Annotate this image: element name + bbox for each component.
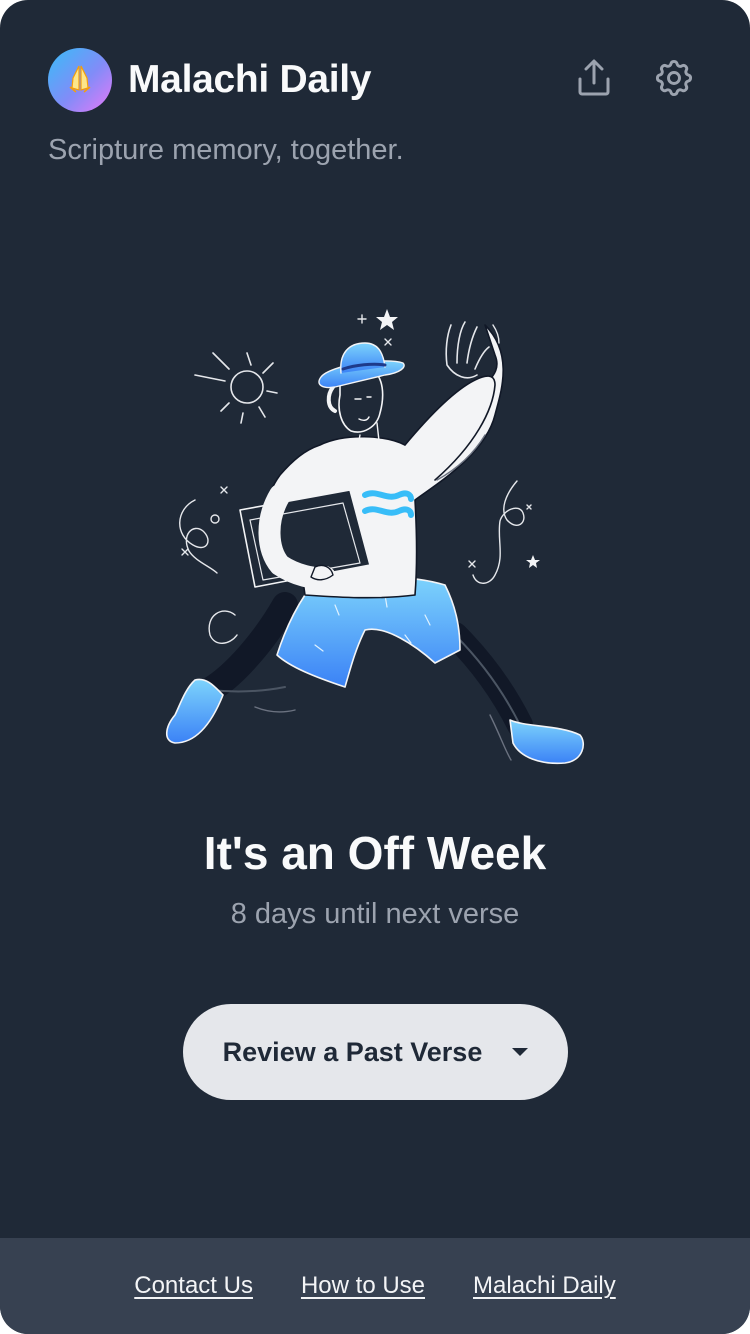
off-week-illustration [155,295,595,775]
off-week-headline: It's an Off Week [203,827,547,879]
footer-link-malachi-daily[interactable]: Malachi Daily [473,1272,616,1300]
footer: Contact Us How to Use Malachi Daily [0,1238,750,1334]
review-past-verse-button[interactable]: Review a Past Verse [183,1004,568,1100]
app-window: Malachi Daily Scripture memory, together… [0,0,750,1334]
header: Malachi Daily [48,46,702,114]
review-past-verse-label: Review a Past Verse [222,1036,483,1067]
tagline: Scripture memory, together. [48,134,404,166]
settings-button[interactable] [646,52,702,108]
gear-icon [652,56,696,105]
app-logo [48,48,112,112]
footer-link-contact-us[interactable]: Contact Us [134,1272,253,1300]
share-button[interactable] [566,52,622,108]
praying-hands-icon [62,60,98,101]
days-until-next-verse: 8 days until next verse [230,898,520,930]
caret-down-icon [512,1048,529,1056]
share-icon [576,59,612,102]
footer-link-how-to-use[interactable]: How to Use [301,1272,425,1300]
app-title: Malachi Daily [128,58,372,101]
